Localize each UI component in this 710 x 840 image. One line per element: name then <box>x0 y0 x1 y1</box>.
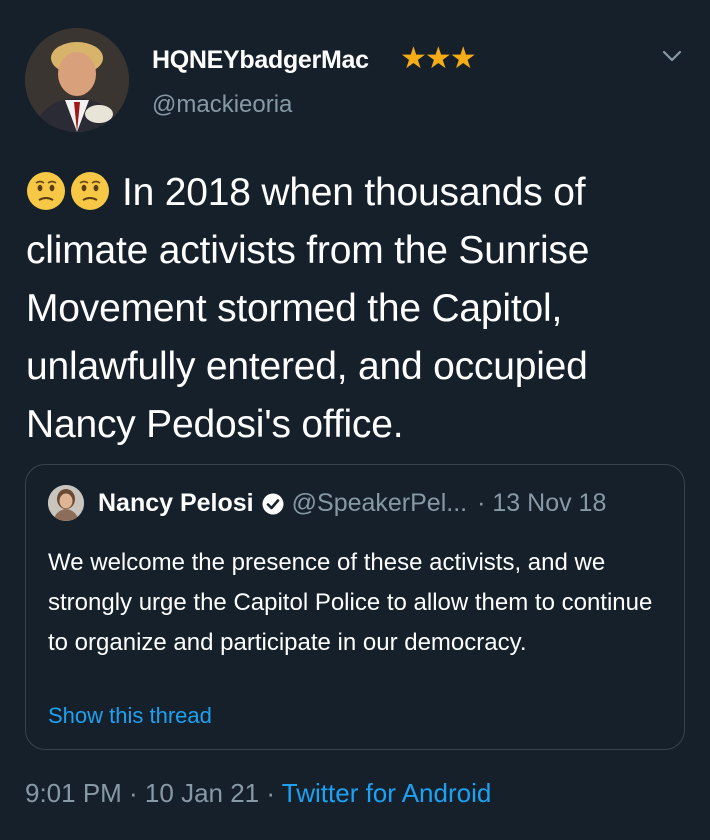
profile-photo-icon <box>48 485 84 521</box>
verified-badge-icon <box>262 493 284 514</box>
star-emoji-icons: ★★★ <box>400 42 477 75</box>
chevron-down-icon[interactable] <box>660 46 684 66</box>
confused-face-emoji-icon <box>71 172 109 210</box>
quoted-tweet-header: Nancy Pelosi @SpeakerPel... · 13 Nov 18 <box>98 489 606 518</box>
author-display-name[interactable]: HQNEYbadgerMac <box>152 46 369 75</box>
quoted-author-handle[interactable]: @SpeakerPel... <box>292 489 467 518</box>
tweet-source-link[interactable]: Twitter for Android <box>282 778 492 808</box>
quoted-author-name[interactable]: Nancy Pelosi <box>98 489 254 518</box>
quoted-tweet-date[interactable]: · 13 Nov 18 <box>477 489 606 518</box>
confused-face-emoji-icon <box>27 172 65 210</box>
tweet-timestamp[interactable]: 9:01 PM · 10 Jan 21 · <box>25 778 282 808</box>
quoted-tweet-card[interactable]: Nancy Pelosi @SpeakerPel... · 13 Nov 18 … <box>25 464 685 750</box>
tweet-container: HQNEYbadgerMac ★★★ @mackieoria In 2018 w… <box>0 0 710 840</box>
tweet-footer: 9:01 PM · 10 Jan 21 · Twitter for Androi… <box>25 778 491 809</box>
quoted-author-avatar[interactable] <box>48 485 84 521</box>
tweet-text: In 2018 when thousands of climate activi… <box>26 164 696 454</box>
author-handle[interactable]: @mackieoria <box>152 91 292 119</box>
profile-photo-icon <box>25 28 129 132</box>
show-thread-link[interactable]: Show this thread <box>48 703 212 729</box>
quoted-tweet-text: We welcome the presence of these activis… <box>48 549 653 656</box>
tweet-text-content: In 2018 when thousands of climate activi… <box>26 171 590 446</box>
emoji-group <box>26 171 110 211</box>
author-avatar[interactable] <box>25 28 129 132</box>
